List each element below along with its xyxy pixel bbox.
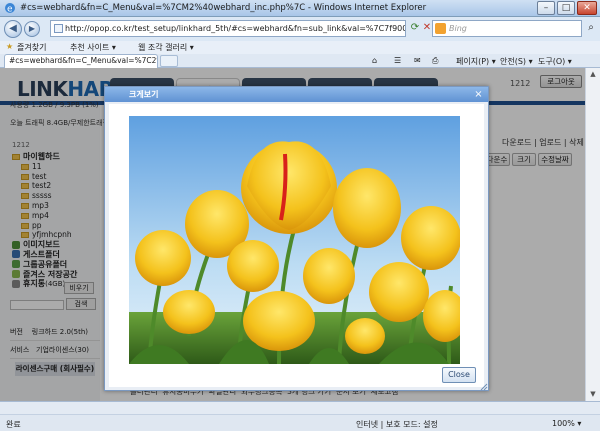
address-bar: ◀ ▶ http://opop.co.kr/test_setup/linkhar… bbox=[0, 17, 600, 41]
url-text: http://opop.co.kr/test_setup/linkhard_5t… bbox=[65, 24, 406, 33]
window-titlebar: e #cs=webhard&fn=C_Menu&val=%7CM2%40webh… bbox=[0, 0, 600, 17]
svg-text:e: e bbox=[7, 5, 13, 15]
minimize-button[interactable]: – bbox=[537, 1, 555, 15]
search-placeholder: Bing bbox=[449, 24, 467, 33]
image-viewer-dialog: 크게보기 × bbox=[104, 86, 489, 391]
print-icon[interactable]: ⎙ bbox=[432, 56, 438, 66]
dialog-title: 크게보기 bbox=[129, 90, 159, 99]
suggested-sites[interactable]: 추천 사이트 ▾ bbox=[70, 42, 116, 53]
page-menu[interactable]: 페이지(P) ▾ bbox=[456, 56, 496, 67]
status-bar: 완료 인터넷 | 보호 모드: 설정 100% ▾ bbox=[0, 401, 600, 431]
new-tab-button[interactable] bbox=[160, 55, 178, 67]
web-slice-gallery[interactable]: 웹 조각 갤러리 ▾ bbox=[138, 42, 194, 53]
maximize-button[interactable]: □ bbox=[557, 1, 575, 15]
star-icon: ★ bbox=[6, 42, 14, 51]
scroll-down-icon[interactable]: ▼ bbox=[587, 388, 599, 401]
close-window-button[interactable]: ✕ bbox=[577, 1, 597, 15]
url-input[interactable]: http://opop.co.kr/test_setup/linkhard_5t… bbox=[50, 20, 406, 37]
dialog-body bbox=[109, 104, 484, 387]
browser-tab[interactable]: #cs=webhard&fn=C_Menu&val=%7C2%40webhard… bbox=[4, 54, 158, 68]
status-text: 완료 bbox=[6, 420, 21, 429]
favorites-button[interactable]: 즐겨찾기 bbox=[17, 42, 46, 53]
dialog-header[interactable]: 크게보기 × bbox=[105, 87, 488, 102]
status-lower: 완료 인터넷 | 보호 모드: 설정 100% ▾ bbox=[0, 414, 600, 431]
search-input[interactable]: Bing bbox=[432, 20, 582, 37]
security-zone[interactable]: 인터넷 | 보호 모드: 설정 bbox=[356, 419, 438, 430]
page-icon bbox=[54, 24, 63, 33]
command-bar: #cs=webhard&fn=C_Menu&val=%7C2%40webhard… bbox=[0, 54, 600, 68]
home-icon[interactable]: ⌂ bbox=[372, 56, 377, 65]
tools-menu[interactable]: 도구(O) ▾ bbox=[538, 56, 572, 67]
ie-logo-icon: e bbox=[5, 3, 15, 15]
page-scrollbar[interactable]: ▲ ▼ bbox=[585, 68, 600, 401]
feeds-icon[interactable]: ☰ bbox=[394, 56, 401, 65]
dialog-close-icon[interactable]: × bbox=[473, 89, 484, 100]
forward-button[interactable]: ▶ bbox=[24, 21, 40, 37]
bing-icon bbox=[435, 23, 446, 34]
search-go-icon[interactable]: ⌕ bbox=[584, 21, 598, 35]
dialog-close-button[interactable]: Close bbox=[442, 367, 476, 383]
resize-grip-icon[interactable] bbox=[480, 383, 488, 391]
favorites-bar: ★ 즐겨찾기 추천 사이트 ▾ 웹 조각 갤러리 ▾ bbox=[0, 41, 600, 54]
safety-menu[interactable]: 안전(S) ▾ bbox=[500, 56, 533, 67]
window-title: #cs=webhard&fn=C_Menu&val=%7CM2%40webhar… bbox=[20, 3, 427, 13]
tulips-photo bbox=[129, 116, 460, 364]
back-button[interactable]: ◀ bbox=[4, 20, 22, 38]
mail-icon[interactable]: ✉ bbox=[414, 56, 421, 65]
scroll-up-icon[interactable]: ▲ bbox=[587, 68, 599, 81]
zoom-level[interactable]: 100% ▾ bbox=[552, 419, 581, 428]
